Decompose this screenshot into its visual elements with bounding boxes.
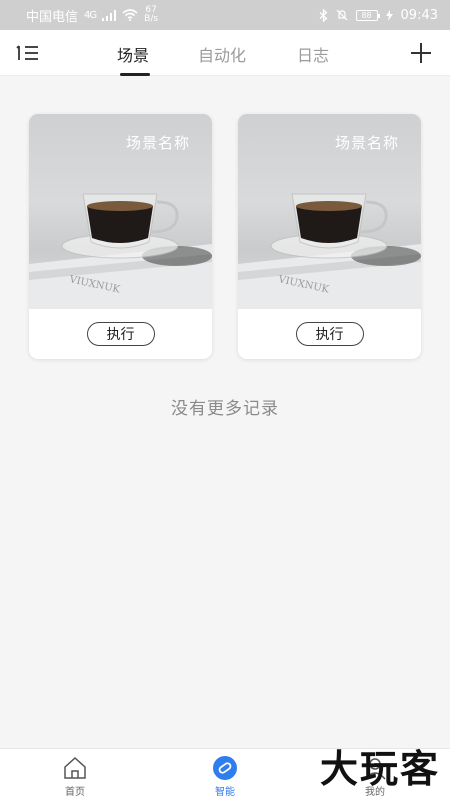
tab-scene[interactable]: 场景 bbox=[117, 42, 149, 66]
active-tab-indicator bbox=[120, 73, 150, 76]
speed-unit: B/s bbox=[144, 14, 159, 24]
scene-footer: 执行 bbox=[29, 309, 212, 359]
watermark: 大玩客 bbox=[319, 747, 440, 791]
scene-card[interactable]: VIUXNUK 场景名称 执行 bbox=[238, 114, 421, 359]
tab-automation[interactable]: 自动化 bbox=[198, 42, 246, 66]
status-bar: 中国电信 4G 67 B/s 88 09:43 bbox=[0, 0, 450, 30]
status-right: 88 09:43 bbox=[319, 8, 438, 23]
network-speed: 67 B/s bbox=[144, 6, 158, 24]
tab-log[interactable]: 日志 bbox=[297, 42, 329, 66]
scene-image: VIUXNUK 场景名称 bbox=[29, 114, 212, 309]
charging-icon bbox=[385, 9, 393, 21]
scene-image: VIUXNUK 场景名称 bbox=[238, 114, 421, 309]
no-more-records: 没有更多记录 bbox=[171, 399, 279, 419]
bluetooth-icon bbox=[319, 8, 328, 22]
add-icon[interactable] bbox=[408, 40, 434, 66]
nav-home-label: 首页 bbox=[65, 787, 85, 798]
execute-button[interactable]: 执行 bbox=[86, 322, 155, 346]
nav-home[interactable]: 首页 bbox=[45, 755, 105, 798]
scene-title: 场景名称 bbox=[334, 134, 399, 152]
scene-footer: 执行 bbox=[238, 309, 421, 359]
wifi-icon bbox=[122, 9, 138, 21]
mute-icon bbox=[336, 9, 347, 21]
scene-card[interactable]: VIUXNUK 场景名称 执行 bbox=[29, 114, 212, 359]
nav-smart-label: 智能 bbox=[215, 787, 235, 798]
network-type: 4G bbox=[84, 9, 97, 21]
signal-icon bbox=[102, 9, 117, 21]
top-nav: 场景 自动化 日志 bbox=[0, 30, 450, 76]
clock: 09:43 bbox=[400, 7, 438, 23]
home-icon bbox=[64, 756, 86, 779]
status-left: 中国电信 4G 67 B/s bbox=[26, 6, 158, 25]
tab-bar: 场景 自动化 日志 bbox=[0, 30, 450, 76]
smart-icon bbox=[213, 756, 237, 780]
battery-indicator: 88 bbox=[355, 9, 380, 21]
scene-title: 场景名称 bbox=[125, 134, 190, 152]
execute-button[interactable]: 执行 bbox=[295, 322, 364, 346]
nav-smart[interactable]: 智能 bbox=[195, 755, 255, 798]
carrier-label: 中国电信 bbox=[26, 9, 79, 25]
